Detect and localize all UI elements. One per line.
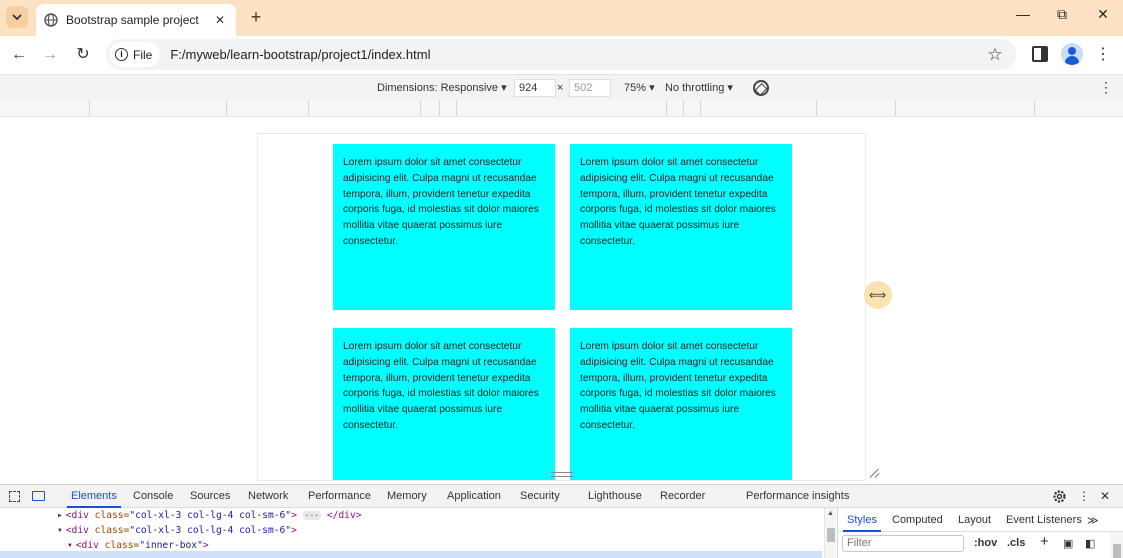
tab-console[interactable]: Console: [133, 490, 173, 502]
devtools-more-icon[interactable]: ⋮: [1077, 489, 1091, 503]
tab-strip: Bootstrap sample project ✕ + — ⧉ ✕: [0, 0, 1123, 36]
styles-tab-bar: Styles Computed Layout Event Listeners ≫: [838, 508, 1123, 532]
add-rule-icon[interactable]: +: [1040, 533, 1049, 550]
browser-tab[interactable]: Bootstrap sample project ✕: [36, 4, 236, 36]
inner-box: Lorem ipsum dolor sit amet consectetur a…: [570, 328, 792, 480]
scroll-thumb[interactable]: [827, 528, 835, 542]
device-toolbar: Dimensions: Responsive ▾ 924 × 502 75% ▾…: [0, 74, 1123, 100]
dom-node[interactable]: ▾ <div class="col-xl-3 col-lg-4 col-sm-6"…: [57, 525, 297, 536]
device-toolbar-more-icon[interactable]: ⋮: [1099, 79, 1113, 96]
profile-avatar-icon[interactable]: [1061, 43, 1083, 65]
tab-memory[interactable]: Memory: [387, 490, 427, 502]
tab-search-button[interactable]: [6, 6, 28, 28]
reload-icon[interactable]: ↻: [72, 44, 94, 66]
chevron-down-icon: [12, 13, 22, 20]
tab-styles[interactable]: Styles: [843, 514, 881, 532]
selected-node-highlight[interactable]: [0, 551, 822, 558]
tab-recorder[interactable]: Recorder: [660, 490, 705, 502]
hov-toggle[interactable]: :hov: [974, 537, 997, 549]
tab-computed[interactable]: Computed: [892, 514, 943, 526]
device-viewport: Lorem ipsum dolor sit amet consectetur a…: [0, 117, 1123, 484]
dom-node[interactable]: ▸ <div class="col-xl-3 col-lg-4 col-sm-6"…: [57, 510, 362, 521]
side-panel-icon[interactable]: [1032, 46, 1048, 62]
tab-performance-insights[interactable]: Performance insights: [746, 490, 849, 502]
tab-elements[interactable]: Elements: [67, 490, 121, 508]
throttling-dropdown[interactable]: No throttling ▾: [665, 81, 733, 94]
close-tab-icon[interactable]: ✕: [210, 13, 230, 27]
caret-down-icon: ▾: [649, 82, 655, 94]
bookmark-star-icon[interactable]: ☆: [982, 45, 1008, 65]
inner-box: Lorem ipsum dolor sit amet consectetur a…: [333, 144, 555, 310]
expand-triangle-icon[interactable]: ▸: [57, 510, 63, 521]
tab-application[interactable]: Application: [447, 490, 501, 502]
collapse-triangle-icon[interactable]: ▾: [57, 525, 63, 536]
elements-scrollbar[interactable]: ▲: [824, 508, 836, 558]
styles-filter-input[interactable]: Filter: [842, 535, 964, 552]
close-window-icon[interactable]: ✕: [1091, 6, 1115, 28]
paint-brush-icon[interactable]: ▣: [1063, 537, 1073, 550]
forward-icon[interactable]: →: [39, 44, 61, 66]
collapse-triangle-icon[interactable]: ▾: [67, 540, 73, 551]
media-query-ruler[interactable]: [0, 100, 1123, 117]
caret-down-icon: ▾: [727, 82, 733, 94]
corner-resize-handle-icon[interactable]: [870, 468, 880, 478]
elements-tree: ▸ <div class="col-xl-3 col-lg-4 col-sm-6"…: [0, 508, 836, 558]
browser-menu-icon[interactable]: ⋮: [1094, 44, 1112, 66]
site-info-chip[interactable]: i File: [109, 42, 161, 67]
collapsed-ellipsis[interactable]: ···: [302, 510, 322, 520]
device-toggle-icon[interactable]: [32, 491, 45, 501]
new-tab-button[interactable]: +: [246, 7, 266, 27]
inspect-element-icon[interactable]: [9, 491, 20, 502]
tab-lighthouse[interactable]: Lighthouse: [588, 490, 642, 502]
omnibox[interactable]: i File F:/myweb/learn-bootstrap/project1…: [106, 39, 1016, 70]
styles-pane: Styles Computed Layout Event Listeners ≫…: [837, 508, 1123, 558]
back-icon[interactable]: ←: [8, 44, 30, 66]
times-sign: ×: [557, 82, 564, 94]
height-input[interactable]: 502: [569, 79, 611, 97]
tab-title: Bootstrap sample project: [66, 13, 199, 27]
devtools-panel: Elements Console Sources Network Perform…: [0, 484, 1123, 558]
rotate-icon[interactable]: [749, 76, 773, 100]
zoom-label: 75%: [624, 82, 647, 94]
right-resize-handle-icon[interactable]: ⟺: [864, 281, 892, 309]
inner-box: Lorem ipsum dolor sit amet consectetur a…: [570, 144, 792, 310]
close-devtools-icon[interactable]: ✕: [1098, 489, 1112, 503]
site-info-label: File: [133, 47, 153, 62]
dimensions-dropdown[interactable]: Dimensions: Responsive ▾: [377, 81, 507, 94]
info-icon: i: [115, 48, 128, 61]
browser-toolbar: ← → ↻ i File F:/myweb/learn-bootstrap/pr…: [0, 36, 1123, 74]
inner-box: Lorem ipsum dolor sit amet consectetur a…: [333, 328, 555, 480]
settings-gear-icon[interactable]: [1052, 489, 1067, 504]
devtools-tab-bar: Elements Console Sources Network Perform…: [0, 485, 1123, 508]
globe-icon: [44, 13, 58, 27]
width-input[interactable]: 924: [514, 79, 556, 97]
more-tabs-icon[interactable]: ≫: [1087, 514, 1099, 527]
styles-scrollbar[interactable]: [1110, 532, 1123, 558]
minimize-icon[interactable]: —: [1011, 6, 1035, 28]
zoom-dropdown[interactable]: 75% ▾: [624, 81, 655, 94]
scroll-thumb[interactable]: [1113, 544, 1121, 558]
tab-event-listeners[interactable]: Event Listeners: [1006, 514, 1082, 526]
throttling-label: No throttling: [665, 82, 725, 94]
tab-performance[interactable]: Performance: [308, 490, 371, 502]
tab-security[interactable]: Security: [520, 490, 560, 502]
page-frame: Lorem ipsum dolor sit amet consectetur a…: [257, 133, 866, 481]
dom-node[interactable]: ▾ <div class="inner-box">: [67, 540, 209, 551]
caret-down-icon: ▾: [501, 82, 507, 94]
tab-sources[interactable]: Sources: [190, 490, 230, 502]
restore-icon[interactable]: ⧉: [1050, 6, 1074, 28]
cls-toggle[interactable]: .cls: [1007, 537, 1025, 549]
scroll-up-icon[interactable]: ▲: [827, 510, 834, 517]
dimensions-label: Dimensions: Responsive: [377, 82, 499, 94]
url-text[interactable]: F:/myweb/learn-bootstrap/project1/index.…: [170, 47, 982, 62]
bottom-resize-handle[interactable]: [551, 472, 573, 477]
tab-layout[interactable]: Layout: [958, 514, 991, 526]
sidebar-toggle-icon[interactable]: ◧: [1085, 537, 1095, 550]
tab-network[interactable]: Network: [248, 490, 288, 502]
